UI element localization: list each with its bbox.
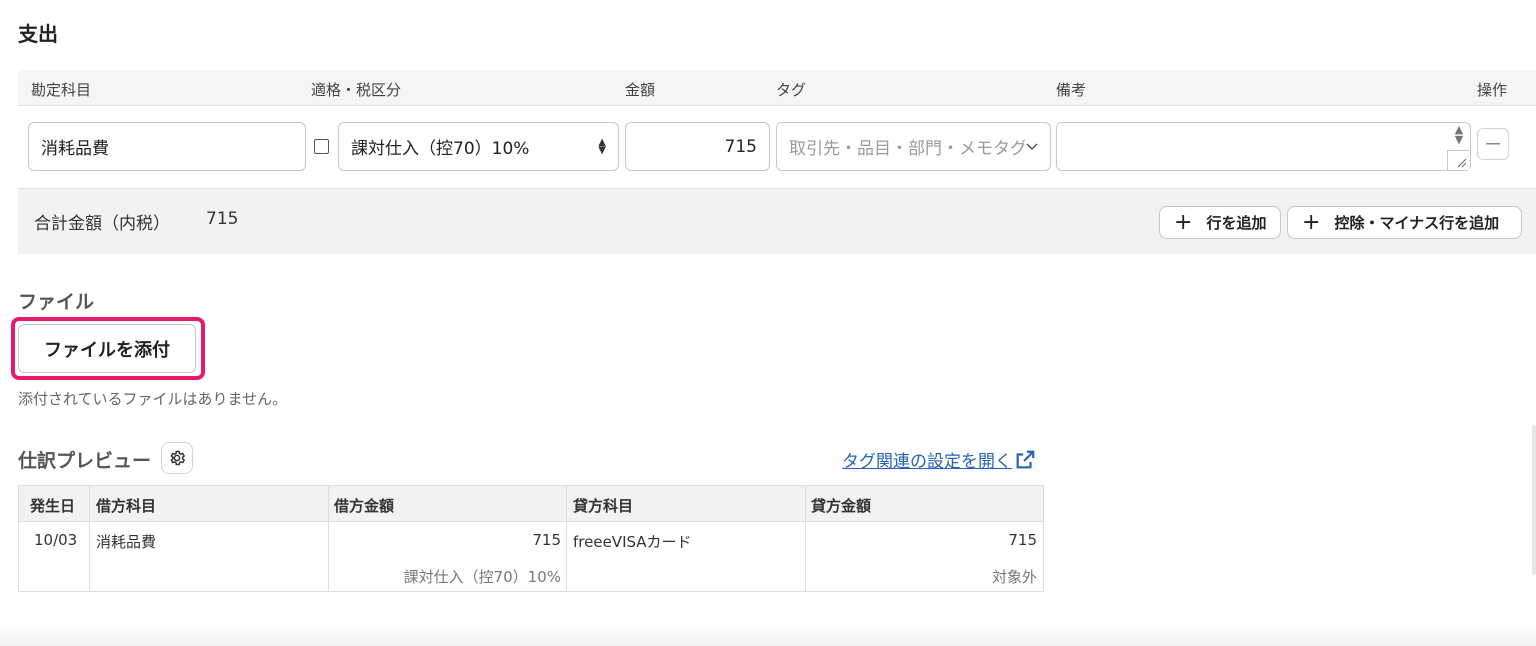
account-field[interactable]: 消耗品費 bbox=[28, 122, 306, 171]
header-account: 勘定科目 bbox=[31, 81, 92, 99]
preview-title: 仕訳プレビュー bbox=[18, 450, 152, 472]
plus-icon: + bbox=[1302, 209, 1321, 235]
expense-table-header: 勘定科目 適格・税区分 金額 タグ 備考 操作 bbox=[18, 70, 1536, 106]
expense-section-title: 支出 bbox=[18, 22, 58, 46]
tax-category-value: 課対仕入（控70）10% bbox=[351, 139, 530, 159]
tag-select[interactable]: 取引先・品目・部門・メモタグ bbox=[776, 122, 1051, 171]
row-debit-account: 消耗品費 bbox=[96, 533, 157, 551]
bottom-edge bbox=[0, 620, 1536, 646]
column-divider bbox=[566, 486, 567, 591]
header-note: 備考 bbox=[1056, 81, 1087, 99]
header-tag: タグ bbox=[776, 81, 807, 99]
tax-category-select[interactable]: 課対仕入（控70）10% ▲ ▼ bbox=[338, 122, 619, 171]
row-credit-amount: 715 bbox=[1008, 531, 1037, 549]
preview-table-header: 発生日 借方科目 借方金額 貸方科目 貸方金額 bbox=[19, 486, 1043, 522]
preview-settings-button[interactable] bbox=[161, 442, 193, 474]
plus-icon: + bbox=[1174, 209, 1193, 235]
row-credit-tax: 対象外 bbox=[991, 568, 1037, 586]
external-link-icon bbox=[1016, 450, 1035, 468]
note-spinner-icon[interactable]: ▲ ▼ bbox=[1450, 123, 1468, 147]
total-label: 合計金額（内税） bbox=[34, 214, 170, 234]
journal-preview-table: 発生日 借方科目 借方金額 貸方科目 貸方金額 10/03 消耗品費 715 課… bbox=[18, 485, 1044, 592]
minus-icon bbox=[1486, 143, 1500, 145]
row-credit-account: freeeVISAカード bbox=[573, 533, 692, 551]
qualified-checkbox[interactable] bbox=[314, 139, 329, 154]
amount-field[interactable]: 715 bbox=[625, 122, 770, 171]
column-divider bbox=[328, 486, 329, 591]
row-debit-tax: 課対仕入（控70）10% bbox=[403, 568, 561, 586]
col-credit-amount: 貸方金額 bbox=[811, 497, 872, 515]
add-row-label: 行を追加 bbox=[1206, 214, 1267, 232]
column-divider bbox=[89, 486, 90, 591]
select-arrows-icon: ▲ ▼ bbox=[598, 136, 606, 156]
note-field[interactable] bbox=[1056, 122, 1471, 171]
total-value: 715 bbox=[206, 209, 239, 229]
no-file-message: 添付されているファイルはありません。 bbox=[18, 390, 288, 408]
col-date: 発生日 bbox=[30, 497, 76, 515]
header-ops: 操作 bbox=[1477, 81, 1508, 99]
header-tax: 適格・税区分 bbox=[311, 81, 402, 99]
col-credit-account: 貸方科目 bbox=[573, 497, 634, 515]
tag-settings-link-label: タグ関連の設定を開く bbox=[842, 452, 1012, 472]
file-section-title: ファイル bbox=[18, 291, 95, 313]
tag-placeholder: 取引先・品目・部門・メモタグ bbox=[789, 139, 1025, 159]
tag-settings-link[interactable]: タグ関連の設定を開く bbox=[842, 447, 1036, 472]
col-debit-account: 借方科目 bbox=[96, 497, 157, 515]
add-minus-row-button[interactable]: + 控除・マイナス行を追加 bbox=[1287, 206, 1522, 239]
side-panel-edge bbox=[1532, 425, 1536, 575]
col-debit-amount: 借方金額 bbox=[334, 497, 395, 515]
remove-row-button[interactable] bbox=[1477, 128, 1509, 160]
resize-handle-icon[interactable] bbox=[1447, 150, 1469, 170]
account-value: 消耗品費 bbox=[41, 139, 109, 159]
row-debit-amount: 715 bbox=[532, 531, 561, 549]
chevron-down-icon bbox=[1026, 142, 1038, 150]
column-divider bbox=[805, 486, 806, 591]
header-amount: 金額 bbox=[625, 81, 656, 99]
add-minus-row-label: 控除・マイナス行を追加 bbox=[1334, 214, 1500, 232]
add-row-button[interactable]: + 行を追加 bbox=[1159, 206, 1281, 239]
amount-value: 715 bbox=[724, 136, 757, 157]
gear-icon bbox=[170, 450, 185, 466]
attach-file-button[interactable]: ファイルを添付 bbox=[18, 324, 196, 373]
row-date: 10/03 bbox=[34, 531, 78, 549]
total-bar: 合計金額（内税） 715 + 行を追加 + 控除・マイナス行を追加 bbox=[18, 188, 1536, 254]
